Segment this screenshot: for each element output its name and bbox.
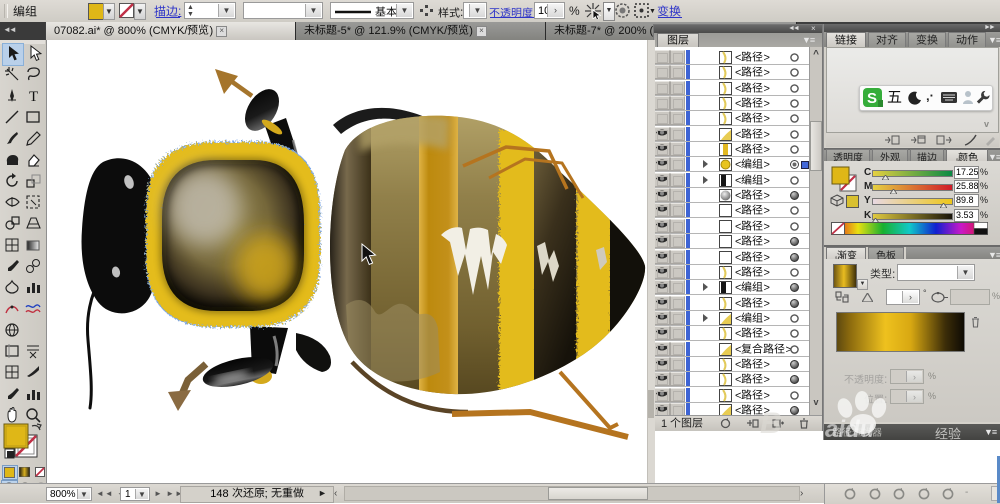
- svg-text:S: S: [867, 90, 877, 107]
- svg-text:B: B: [760, 407, 782, 440]
- svg-text:T: T: [29, 89, 38, 105]
- svg-text:aidu: aidu: [825, 416, 875, 443]
